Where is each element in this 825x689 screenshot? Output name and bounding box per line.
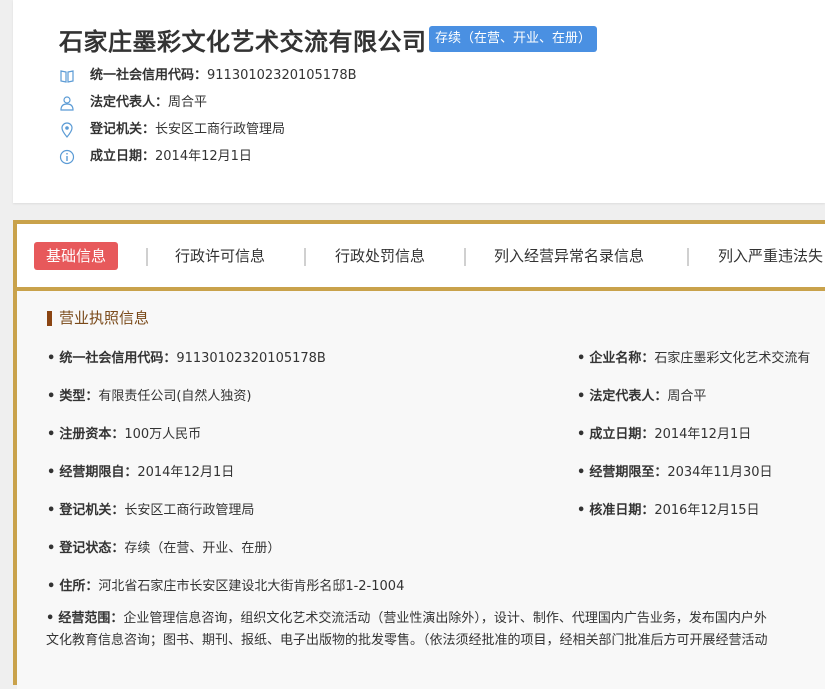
- company-name-title: 石家庄墨彩文化艺术交流有限公司: [59, 28, 427, 56]
- field-value: 有限责任公司(自然人独资): [98, 389, 252, 404]
- field-registration-status: • 登记状态：存续（在营、开业、在册）: [47, 541, 281, 556]
- header-row-value: 周合平: [168, 95, 208, 110]
- section-marker: [47, 311, 52, 326]
- company-header-card: 石家庄墨彩文化艺术交流有限公司 存续（在营、开业、在册） 统一社会信用代码：91…: [13, 0, 825, 203]
- field-term-from: • 经营期限自：2014年12月1日: [47, 465, 235, 480]
- field-label: 登记机关：: [59, 503, 125, 518]
- field-label: 类型：: [59, 389, 99, 404]
- field-value: 100万人民币: [124, 427, 202, 442]
- field-value: 2014年12月1日: [137, 465, 235, 480]
- field-value: 石家庄墨彩文化艺术交流有: [654, 351, 811, 366]
- field-label: 经营期限自：: [59, 465, 138, 480]
- header-row-value: 2014年12月1日: [155, 149, 252, 164]
- section-title: 营业执照信息: [59, 309, 150, 327]
- field-type: • 类型：有限责任公司(自然人独资): [47, 389, 252, 404]
- field-label: 法定代表人：: [589, 389, 668, 404]
- field-term-to: • 经营期限至：2034年11月30日: [577, 465, 773, 480]
- header-row-label: 统一社会信用代码：: [90, 68, 208, 83]
- field-value: 长安区工商行政管理局: [124, 503, 255, 518]
- field-label: 经营范围：: [58, 611, 124, 626]
- field-value: 91130102320105178B: [176, 351, 326, 366]
- field-credit-code: • 统一社会信用代码：91130102320105178B: [47, 351, 326, 366]
- status-badge: 存续（在营、开业、在册）: [429, 26, 598, 52]
- field-label: 注册资本：: [59, 427, 125, 442]
- field-label: 成立日期：: [589, 427, 655, 442]
- info-circle-icon: [59, 149, 75, 165]
- field-business-scope: • 经营范围：企业管理信息咨询，组织文化艺术交流活动（营业性演出除外），设计、制作…: [46, 608, 825, 652]
- field-value: 周合平: [667, 389, 707, 404]
- location-pin-icon: [61, 122, 73, 138]
- header-row-label: 登记机关：: [90, 122, 156, 137]
- scope-line-2: 文化教育信息咨询；图书、期刊、报纸、电子出版物的批发零售。（依法须经批准的项目，…: [46, 633, 768, 648]
- book-icon: [60, 70, 74, 83]
- field-value: 2014年12月1日: [654, 427, 752, 442]
- field-registered-capital: • 注册资本：100万人民币: [47, 427, 202, 442]
- field-value: 2034年11月30日: [667, 465, 773, 480]
- tab-admin-license[interactable]: 行政许可信息: [175, 242, 265, 270]
- header-row-value: 91130102320105178B: [207, 68, 357, 83]
- tab-basic-info[interactable]: 基础信息: [34, 242, 119, 270]
- field-established-date: • 成立日期：2014年12月1日: [577, 427, 752, 442]
- field-approval-date: • 核准日期：2016年12月15日: [577, 503, 760, 518]
- field-company-name: • 企业名称：石家庄墨彩文化艺术交流有: [577, 351, 811, 366]
- field-address: • 住所：河北省石家庄市长安区建设北大街肯彤名邸1-2-1004: [47, 579, 405, 594]
- field-value: 2016年12月15日: [654, 503, 760, 518]
- field-label: 企业名称：: [589, 351, 655, 366]
- field-registration-authority: • 登记机关：长安区工商行政管理局: [47, 503, 255, 518]
- header-row-value: 长安区工商行政管理局: [155, 122, 286, 137]
- field-label: 统一社会信用代码：: [59, 351, 177, 366]
- scope-line-1: 企业管理信息咨询，组织文化艺术交流活动（营业性演出除外），设计、制作、代理国内广…: [123, 611, 767, 626]
- tab-separator: [464, 248, 466, 266]
- field-label: 住所：: [59, 579, 99, 594]
- field-legal-rep: • 法定代表人：周合平: [577, 389, 707, 404]
- tab-separator: [687, 248, 689, 266]
- tab-bar: 基础信息 行政许可信息 行政处罚信息 列入经营异常名录信息 列入严重违法失: [17, 224, 825, 287]
- tab-separator: [304, 248, 306, 266]
- field-value: 河北省石家庄市长安区建设北大街肯彤名邸1-2-1004: [98, 579, 405, 594]
- field-value: 存续（在营、开业、在册）: [124, 541, 281, 556]
- field-label: 登记状态：: [59, 541, 125, 556]
- tab-serious-violation[interactable]: 列入严重违法失: [718, 242, 823, 270]
- person-icon: [60, 96, 74, 111]
- header-row-label: 法定代表人：: [90, 95, 169, 110]
- header-row-label: 成立日期：: [90, 149, 156, 164]
- tab-admin-penalty[interactable]: 行政处罚信息: [335, 242, 425, 270]
- tab-abnormal-list[interactable]: 列入经营异常名录信息: [494, 242, 644, 270]
- field-label: 核准日期：: [589, 503, 655, 518]
- tab-separator: [146, 248, 148, 266]
- field-label: 经营期限至：: [589, 465, 668, 480]
